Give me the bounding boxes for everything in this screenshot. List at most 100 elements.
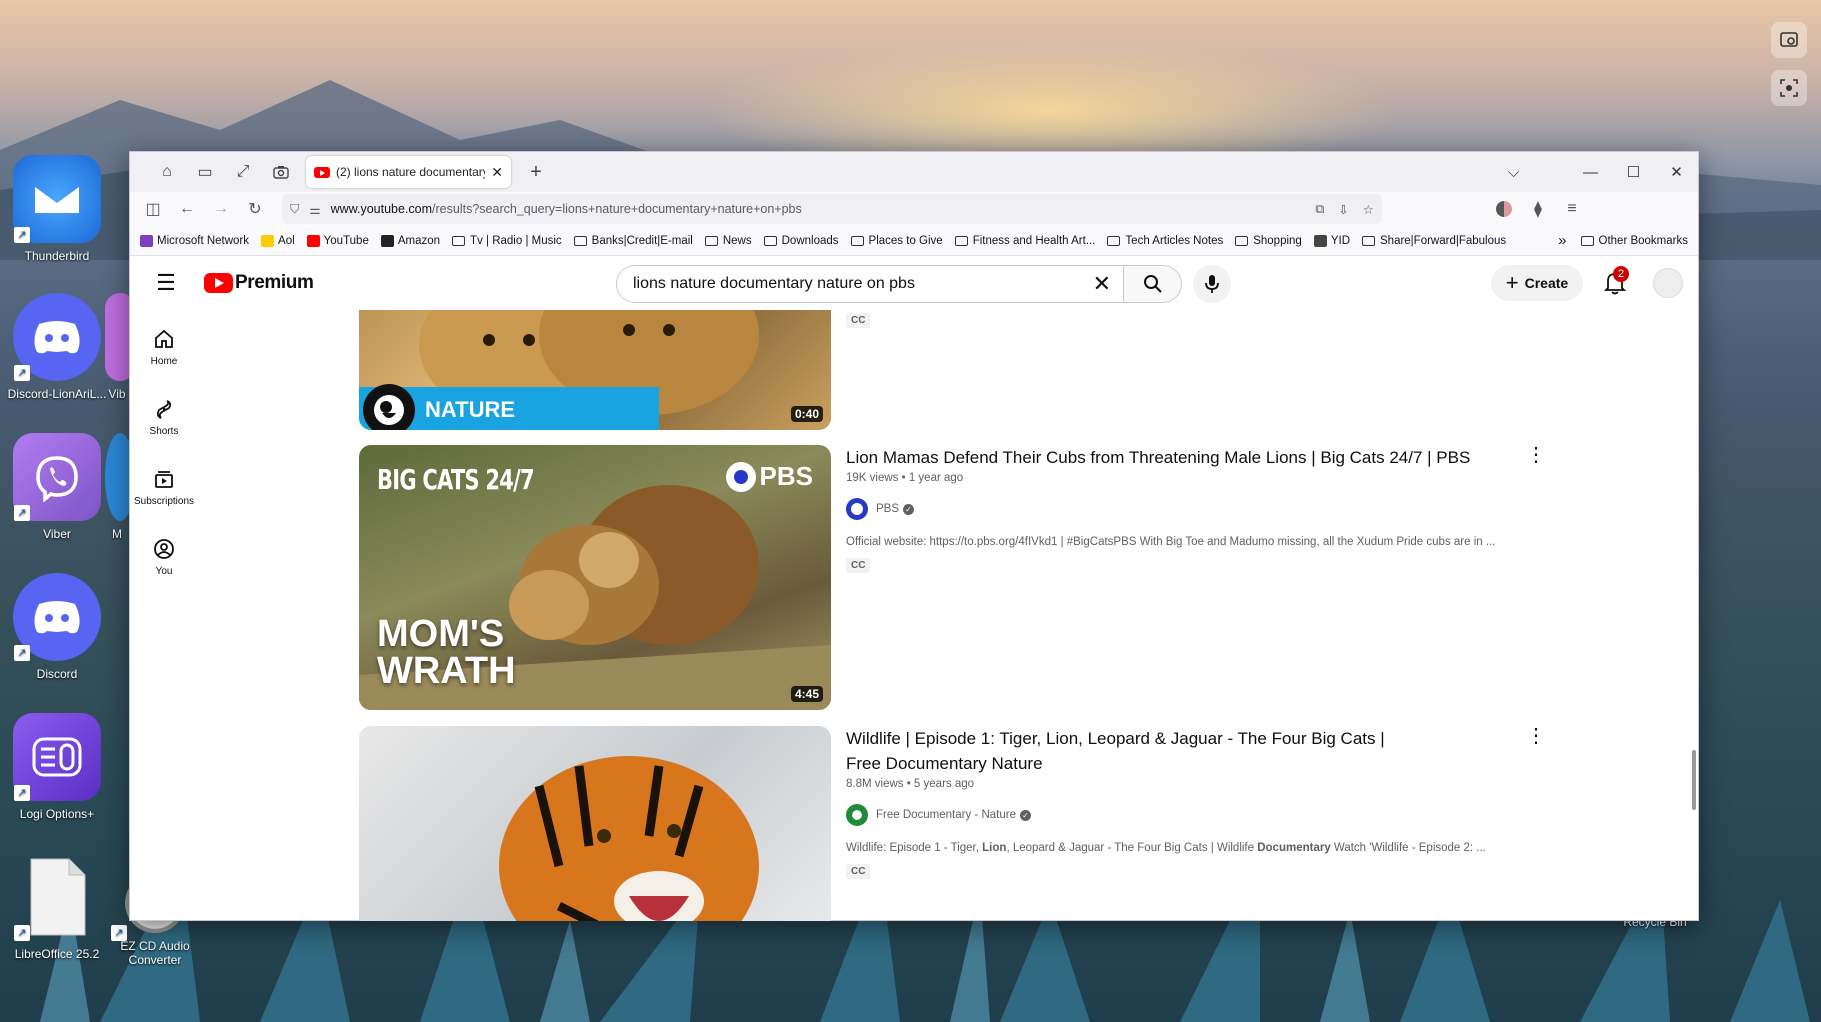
video-thumbnail[interactable]: NATURE 0:40 xyxy=(359,310,831,430)
create-button[interactable]: + Create xyxy=(1491,265,1583,301)
desktop-icon-discord[interactable]: ↗ Discord xyxy=(2,573,112,681)
channel-row[interactable]: PBS ✓ xyxy=(846,498,1526,520)
bookmark-item[interactable]: Amazon xyxy=(380,234,440,247)
minimize-icon[interactable]: — xyxy=(1569,152,1612,192)
bookmark-star-icon[interactable]: ☆ xyxy=(1363,202,1374,217)
video-title[interactable]: Lion Mamas Defend Their Cubs from Threat… xyxy=(846,445,1526,470)
bookmark-item[interactable]: YouTube xyxy=(306,234,369,247)
screen-search-button[interactable] xyxy=(1771,22,1807,58)
back-icon[interactable]: ← xyxy=(170,194,204,224)
channel-row[interactable]: Free Documentary - Nature ✓ xyxy=(846,804,1526,826)
close-window-icon[interactable]: ✕ xyxy=(1655,152,1698,192)
folder-icon xyxy=(763,235,777,246)
close-tab-icon[interactable]: ✕ xyxy=(491,164,503,181)
folder-icon xyxy=(1580,235,1594,246)
bookmark-item[interactable]: Shopping xyxy=(1235,235,1302,247)
desktop-icon-vib[interactable]: Vib xyxy=(105,293,129,401)
video-thumbnail[interactable] xyxy=(359,726,831,921)
folder-icon xyxy=(954,235,968,246)
screenshot-icon[interactable] xyxy=(262,156,300,188)
channel-name: PBS xyxy=(876,503,900,515)
image-search-icon xyxy=(1780,32,1798,47)
desktop-icon-m[interactable]: M xyxy=(105,433,129,541)
shortcut-arrow-icon: ↗ xyxy=(14,785,30,801)
desktop-icon-thunderbird[interactable]: ↗ Thunderbird xyxy=(2,155,112,263)
description-text: , Leopard & Jaguar - The Four Big Cats |… xyxy=(1006,842,1258,854)
clear-search-icon[interactable]: ✕ xyxy=(1093,271,1111,297)
bookmark-item[interactable]: Banks|Credit|E-mail xyxy=(573,235,693,247)
reload-icon[interactable]: ↻ xyxy=(238,194,272,224)
search-input[interactable]: lions nature documentary nature on pbs ✕ xyxy=(616,265,1124,303)
shortcut-arrow-icon: ↗ xyxy=(14,645,30,661)
desktop-icon-libreoffice[interactable]: ↗ LibreOffice 25.2 xyxy=(2,853,112,961)
more-bookmarks-chevron-icon[interactable]: » xyxy=(1558,232,1566,249)
desktop-icon-logi-options[interactable]: ↗ Logi Options+ xyxy=(2,713,112,821)
bookmark-item[interactable]: Share|Forward|Fabulous xyxy=(1362,235,1506,247)
picture-in-picture-icon[interactable]: ⧉ xyxy=(1315,202,1324,217)
youtube-logo[interactable]: Premium xyxy=(204,272,314,294)
tab-list-chevron-icon[interactable]: ⌵ xyxy=(1492,152,1535,192)
rail-item-subscriptions[interactable]: Subscriptions xyxy=(130,452,198,522)
video-thumbnail[interactable]: BIG CATS 24/7 PBS MOM'S WRATH 4:45 xyxy=(359,445,831,710)
rail-item-you[interactable]: You xyxy=(130,522,198,592)
desktop-icon-label: Logi Options+ xyxy=(19,807,95,821)
video-result: NATURE 0:40 CC xyxy=(359,310,1659,430)
site-favicon-icon xyxy=(140,234,153,247)
cc-badge: CC xyxy=(846,313,871,328)
bookmark-item[interactable]: Places to Give xyxy=(850,235,943,247)
bookmark-label: News xyxy=(722,234,752,247)
thumbnail-caption: MOM'S xyxy=(377,613,505,655)
bookmark-label: Fitness and Health Art... xyxy=(972,234,1096,247)
pbs-logo-icon xyxy=(725,461,756,492)
account-avatar[interactable] xyxy=(1653,268,1683,298)
extensions-icon[interactable]: ⧫ xyxy=(1521,194,1555,224)
youtube-play-icon xyxy=(204,273,233,293)
menu-icon[interactable]: ≡ xyxy=(1555,194,1589,224)
rail-label: Subscriptions xyxy=(133,495,195,507)
desktop-icon-discord-lionaril[interactable]: ↗ Discord-LionAriL... xyxy=(2,293,112,401)
search-box: lions nature documentary nature on pbs ✕ xyxy=(616,265,1182,303)
video-title[interactable]: Wildlife | Episode 1: Tiger, Lion, Leopa… xyxy=(846,726,1406,776)
address-bar[interactable]: ⛉ ⚌ www.youtube.com /results?search_quer… xyxy=(282,194,1382,224)
bookmark-item[interactable]: Microsoft Network xyxy=(140,234,249,247)
more-actions-icon[interactable]: ⋮ xyxy=(1526,726,1546,746)
screen-capture-button[interactable] xyxy=(1771,70,1807,106)
profile-icon[interactable] xyxy=(1487,194,1521,224)
youtube-header: ☰ Premium lions nature documentary natur… xyxy=(130,256,1698,310)
tab-manager-icon[interactable]: ▭ xyxy=(186,156,224,188)
desktop-icon-viber[interactable]: ↗ Viber xyxy=(2,433,112,541)
save-to-pocket-icon[interactable]: ⇩ xyxy=(1338,202,1348,217)
plus-icon: + xyxy=(1505,270,1519,295)
notification-badge: 2 xyxy=(1613,266,1629,282)
bookmark-item[interactable]: Tv | Radio | Music xyxy=(452,235,562,247)
rail-label: Home xyxy=(150,355,178,367)
navigation-bar: ◫ ← → ↻ ⛉ ⚌ www.youtube.com /results?sea… xyxy=(130,192,1698,226)
video-result: BIG CATS 24/7 PBS MOM'S WRATH 4:45 Lion … xyxy=(359,445,1659,710)
bookmark-item[interactable]: YID xyxy=(1313,234,1350,247)
forward-icon[interactable]: → xyxy=(204,194,238,224)
rail-item-home[interactable]: Home xyxy=(130,312,198,382)
thumbnail-text: BIG CATS 24/7 xyxy=(377,463,535,496)
more-actions-icon[interactable]: ⋮ xyxy=(1526,445,1546,465)
bookmark-item[interactable]: Aol xyxy=(261,234,295,247)
desktop-icon-label: LibreOffice 25.2 xyxy=(14,947,100,961)
folder-icon xyxy=(1362,235,1375,246)
voice-search-button[interactable] xyxy=(1193,265,1231,303)
sidebar-toggle-icon[interactable]: ◫ xyxy=(136,194,170,224)
bookmark-label: Tv | Radio | Music xyxy=(470,234,562,247)
expand-icon[interactable]: ⤢ xyxy=(224,156,262,188)
rail-item-shorts[interactable]: Shorts xyxy=(130,382,198,452)
search-button[interactable] xyxy=(1124,265,1182,303)
bookmark-item[interactable]: News xyxy=(704,234,752,247)
page-scrollbar[interactable] xyxy=(1692,750,1696,810)
desktop-icon-label: Vib xyxy=(108,387,126,401)
bookmark-item[interactable]: Tech Articles Notes xyxy=(1107,235,1223,247)
bookmark-item[interactable]: Fitness and Health Art... xyxy=(954,234,1096,247)
new-tab-icon[interactable]: + xyxy=(517,156,555,188)
maximize-icon[interactable]: ☐ xyxy=(1612,152,1655,192)
bookmark-item[interactable]: Downloads xyxy=(763,235,839,247)
home-icon[interactable]: ⌂ xyxy=(148,156,186,188)
active-tab[interactable]: (2) lions nature documentary na ✕ xyxy=(306,156,511,188)
hamburger-menu-icon[interactable]: ☰ xyxy=(140,270,192,296)
other-bookmarks[interactable]: Other Bookmarks xyxy=(1580,235,1688,247)
